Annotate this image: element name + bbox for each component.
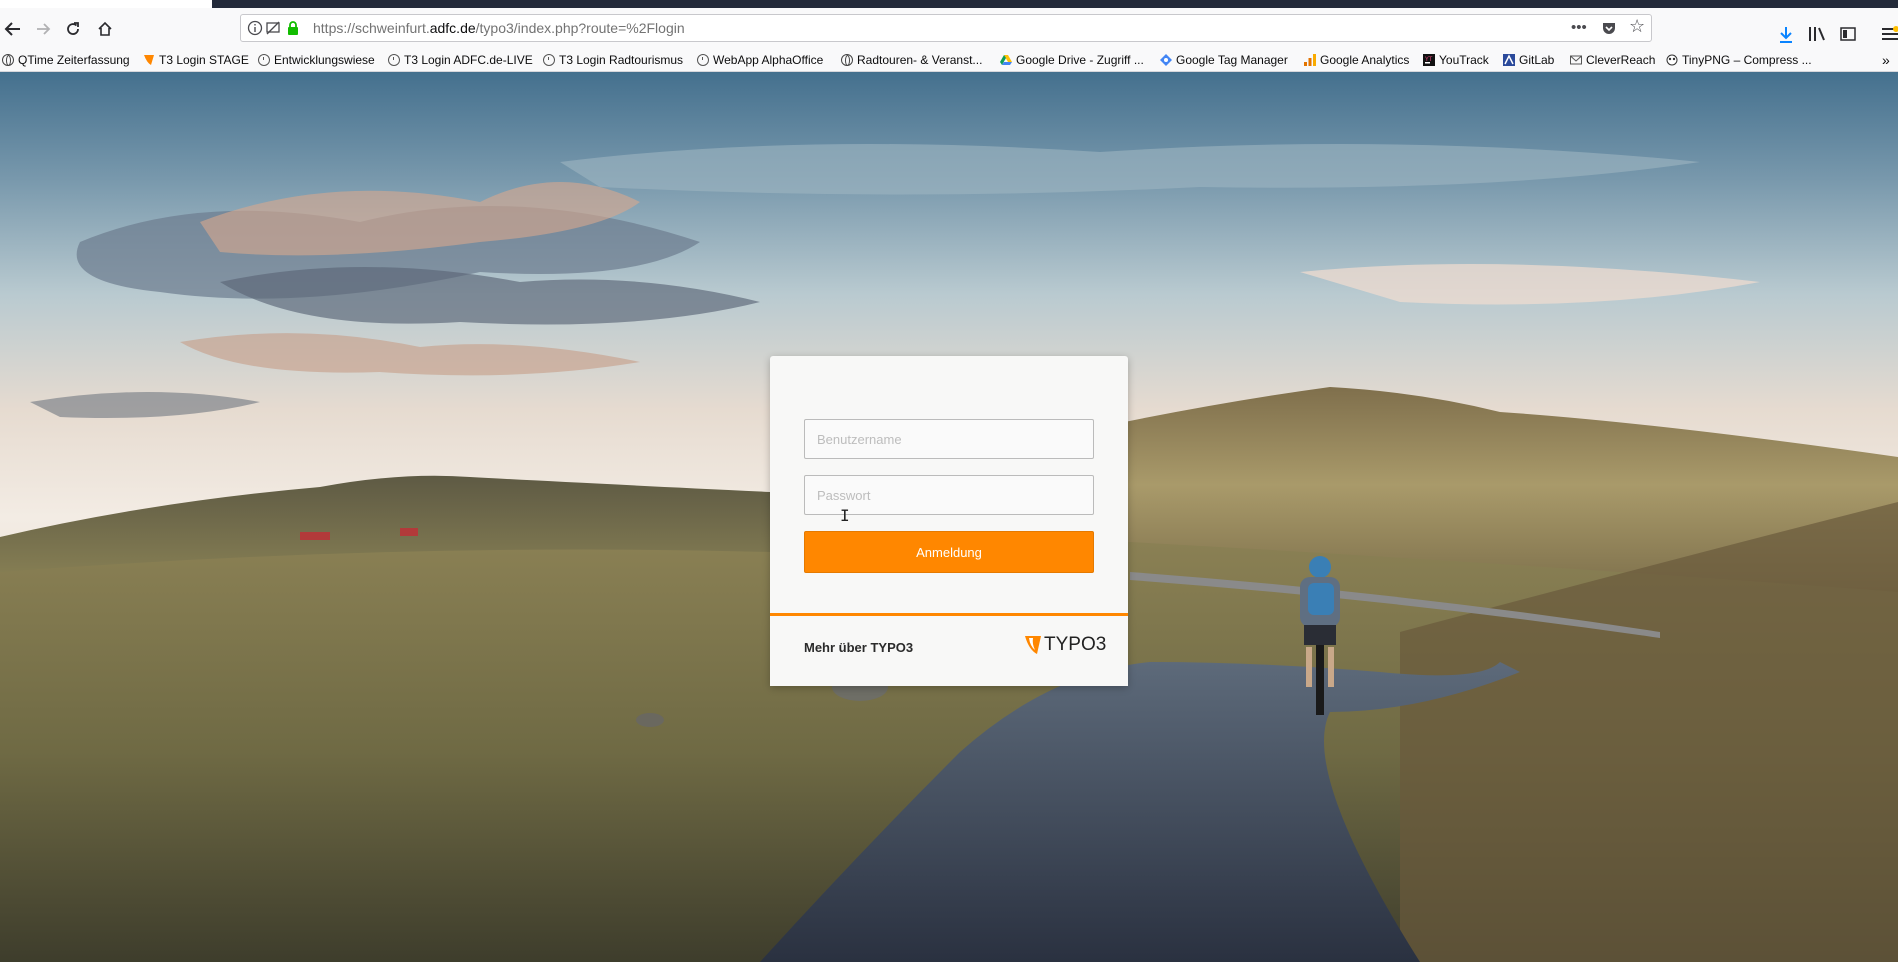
clock-icon [258,54,270,66]
youtrack-icon: YT [1423,54,1435,66]
reload-icon [67,22,79,35]
back-arrow-icon [4,22,20,36]
svg-text:YT: YT [1424,56,1433,63]
typo3-icon [1025,636,1041,654]
login-footer: Mehr über TYPO3 TYPO3 [770,613,1128,686]
url-bar[interactable]: https://schweinfurt.adfc.de/typo3/index.… [240,14,1652,42]
clock-icon [388,54,400,66]
bookmark-entwicklungswiese[interactable]: Entwicklungswiese [258,51,375,69]
login-page: Anmeldung Mehr über TYPO3 TYPO3 I [0,72,1898,962]
tab-strip [212,0,1898,8]
gitlab-icon [1503,54,1515,66]
bookmark-youtrack[interactable]: YT YouTrack [1423,51,1489,69]
bookmarks-overflow-icon[interactable]: » [1882,51,1890,69]
login-button[interactable]: Anmeldung [804,531,1094,573]
home-icon [98,21,112,36]
tracking-protection-icon[interactable] [265,20,281,36]
lock-icon [288,21,298,35]
username-input[interactable] [804,419,1094,459]
bookmark-t3-radtourismus[interactable]: T3 Login Radtourismus [543,51,683,69]
forward-button[interactable] [30,16,56,42]
text-cursor-icon: I [840,506,850,525]
globe-icon [2,54,14,66]
menu-icon[interactable] [1882,26,1898,42]
typo3-icon [144,55,154,65]
browser-navbar: https://schweinfurt.adfc.de/typo3/index.… [0,8,1898,48]
clock-icon [697,54,709,66]
back-button[interactable] [0,16,26,42]
library-icon[interactable] [1808,26,1826,42]
globe-icon [841,54,853,66]
bookmark-analytics[interactable]: Google Analytics [1304,51,1409,69]
page-actions-icon[interactable]: ••• [1571,19,1587,36]
pocket-icon[interactable] [1601,20,1617,36]
bookmark-radtouren[interactable]: Radtouren- & Veranst... [841,51,982,69]
bookmark-gitlab[interactable]: GitLab [1503,51,1554,69]
more-about-typo3-link[interactable]: Mehr über TYPO3 [804,640,913,655]
bookmarks-toolbar: QTime Zeiterfassung T3 Login STAGE Entwi… [0,48,1898,72]
bookmark-tinypng[interactable]: TinyPNG – Compress ... [1666,51,1812,69]
google-drive-icon [1000,55,1012,65]
bookmark-cleverreach[interactable]: CleverReach [1570,51,1655,69]
forward-arrow-icon [37,23,51,35]
analytics-icon [1304,54,1316,66]
panda-icon [1666,54,1678,66]
sidebar-icon[interactable] [1840,26,1856,42]
reload-button[interactable] [60,16,86,42]
info-icon[interactable] [247,20,263,36]
typo3-logo[interactable]: TYPO3 [1024,632,1106,658]
mail-icon [1570,55,1582,65]
bookmark-t3-live[interactable]: T3 Login ADFC.de-LIVE [388,51,533,69]
window-top-strip [0,0,1898,8]
home-button[interactable] [92,16,118,42]
bookmark-google-drive[interactable]: Google Drive - Zugriff ... [1000,51,1144,69]
bookmark-t3-stage[interactable]: T3 Login STAGE [143,51,249,69]
url-text[interactable]: https://schweinfurt.adfc.de/typo3/index.… [313,20,685,36]
bookmark-qtime[interactable]: QTime Zeiterfassung [2,51,130,69]
tag-manager-icon [1160,54,1172,66]
clock-icon [543,54,555,66]
bookmark-gtm[interactable]: Google Tag Manager [1160,51,1288,69]
login-form: Anmeldung Mehr über TYPO3 TYPO3 [770,356,1128,686]
bookmark-webapp-alphaoffice[interactable]: WebApp AlphaOffice [697,51,823,69]
bookmark-star-icon[interactable]: ☆ [1629,16,1645,37]
downloads-icon[interactable] [1778,26,1794,44]
